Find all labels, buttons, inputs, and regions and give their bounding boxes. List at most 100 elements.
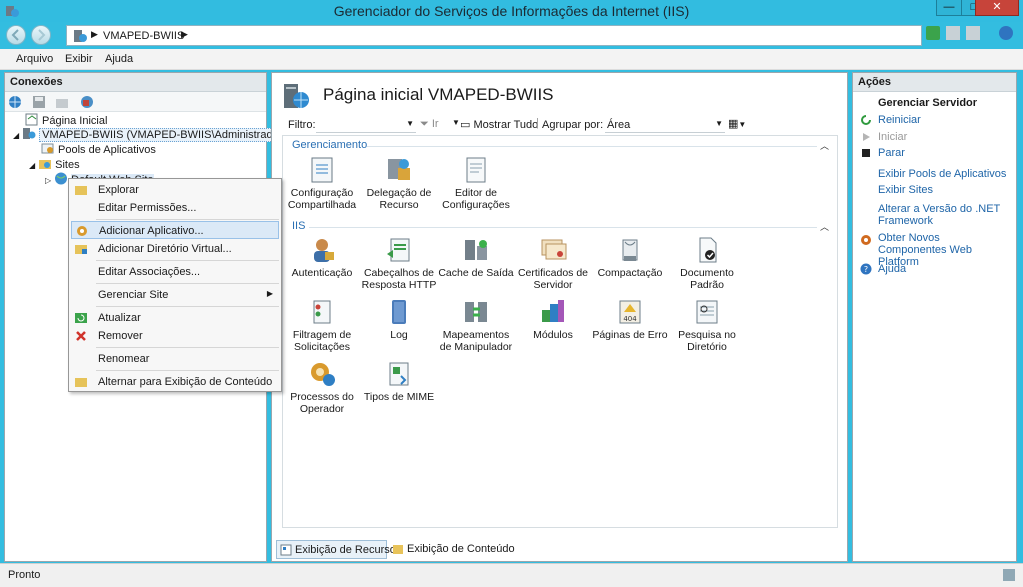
feature-modules[interactable]: Módulos (514, 298, 592, 341)
feature-http-headers[interactable]: Cabeçalhos de Resposta HTTP (360, 236, 438, 291)
feature-worker-processes[interactable]: Processos do Operador (283, 360, 361, 415)
go-button[interactable]: ⏷ Ir (420, 118, 439, 131)
web-platform-icon (861, 235, 871, 245)
group-by-select[interactable]: Área ▼ (605, 116, 725, 133)
chevron-down-icon: ▼ (715, 119, 723, 128)
feature-label: Mapeamentos de Manipulador (439, 329, 513, 353)
feature-directory-browsing[interactable]: Pesquisa no Diretório (668, 298, 746, 353)
stop-icon[interactable] (946, 26, 961, 40)
action-stop[interactable]: Parar (878, 147, 905, 159)
explore-folder-icon (75, 186, 87, 195)
shared-config-icon (311, 157, 333, 183)
menu-manage-site[interactable]: Gerenciar Site ▶ (71, 286, 279, 304)
action-view-app-pools[interactable]: Exibir Pools de Aplicativos (878, 168, 1006, 180)
feature-request-filtering[interactable]: Filtragem de Solicitações (283, 298, 361, 353)
menu-add-application[interactable]: Adicionar Aplicativo... (71, 221, 279, 239)
refresh-icon[interactable] (926, 26, 940, 40)
feature-error-pages[interactable]: 404 Páginas de Erro (591, 298, 669, 341)
filter-label: Filtro: (288, 119, 316, 131)
tree-sites-label: Sites (55, 159, 80, 171)
action-view-sites[interactable]: Exibir Sites (878, 184, 933, 196)
feature-shared-config[interactable]: Configuração Compartilhada (283, 156, 361, 211)
feature-handler-mappings[interactable]: Mapeamentos de Manipulador (437, 298, 515, 353)
tree-start-page[interactable]: Página Inicial (25, 113, 107, 127)
menu-ajuda[interactable]: Ajuda (105, 53, 133, 65)
help-icon[interactable] (999, 26, 1014, 40)
tree-app-pools[interactable]: Pools de Aplicativos (41, 142, 156, 156)
close-button[interactable]: ✕ (975, 0, 1019, 16)
address-bar[interactable]: ▶ VMAPED-BWIIS ▶ (66, 25, 922, 46)
feature-authentication[interactable]: Autenticação (283, 236, 361, 279)
menu-remove-label: Remover (98, 330, 143, 342)
menu-switch-content-view[interactable]: Alternar para Exibição de Conteúdo (71, 373, 279, 391)
connect-globe-icon[interactable] (8, 95, 22, 109)
show-all-button[interactable]: ▭ Mostrar Tudo (460, 118, 538, 131)
view-mode-button[interactable]: ▦▼ (728, 117, 746, 130)
sites-folder-icon (39, 160, 52, 169)
grid-view-icon: ▦ (728, 118, 739, 130)
section-management-title: Gerenciamento (292, 139, 368, 151)
main-panel: Página inicial VMAPED-BWIIS Filtro: ▼ ⏷ … (271, 72, 848, 562)
menu-exibir[interactable]: Exibir (65, 53, 93, 65)
network-status-icon (1003, 569, 1015, 581)
feature-mime-types[interactable]: Tipos de MIME (360, 360, 438, 403)
tree-server[interactable]: ◢ VMAPED-BWIIS (VMAPED-BWIIS\Administrado… (13, 127, 290, 142)
tree-sites[interactable]: ◢ Sites (29, 157, 80, 171)
menu-separator (96, 219, 279, 220)
tab-features-label: Exibição de Recursos (295, 544, 402, 556)
refresh-icon (75, 313, 87, 323)
collapse-arrow-icon[interactable]: ▷ (45, 176, 51, 185)
action-change-net-version[interactable]: Alterar a Versão do .NET Framework (878, 203, 1003, 227)
feature-label: Pesquisa no Diretório (678, 329, 736, 353)
menu-explore[interactable]: Explorar (71, 181, 279, 199)
filter-input[interactable]: ▼ (316, 116, 416, 133)
menu-rename[interactable]: Renomear (71, 350, 279, 368)
tab-content-view[interactable]: Exibição de Conteúdo (389, 540, 519, 559)
action-restart[interactable]: Reiniciar (878, 114, 921, 126)
up-icon[interactable] (55, 95, 69, 109)
chevron-down-icon[interactable]: ▼ (452, 118, 460, 127)
feature-output-cache[interactable]: Cache de Saída (437, 236, 515, 279)
forward-button[interactable] (31, 25, 51, 45)
menu-edit-permissions[interactable]: Editar Permissões... (71, 199, 279, 217)
expand-arrow-icon[interactable]: ◢ (29, 161, 35, 170)
feature-default-document[interactable]: Documento Padrão (668, 236, 746, 291)
handler-mappings-icon (465, 302, 487, 322)
minimize-button[interactable]: — (936, 0, 962, 16)
action-start[interactable]: Iniciar (878, 131, 907, 143)
menu-explore-label: Explorar (98, 184, 139, 196)
menu-arquivo[interactable]: Arquivo (16, 53, 53, 65)
action-help[interactable]: Ajuda (878, 263, 906, 275)
default-document-icon (699, 237, 717, 263)
menu-separator (96, 370, 279, 371)
feature-label: Processos do Operador (290, 391, 354, 415)
feature-config-editor[interactable]: Editor de Configurações (437, 156, 515, 211)
connect-server-icon[interactable] (80, 95, 94, 109)
collapse-management-icon[interactable]: ︿ (820, 139, 829, 152)
feature-label: Certificados de Servidor (517, 267, 589, 291)
back-button[interactable] (6, 25, 26, 45)
breadcrumb-arrow-icon[interactable]: ▶ (181, 29, 188, 40)
feature-server-certificates[interactable]: Certificados de Servidor (514, 236, 592, 291)
start-icon (863, 133, 870, 141)
feature-delegation[interactable]: Delegação de Recurso (360, 156, 438, 211)
manage-server-heading: Gerenciar Servidor (878, 97, 978, 109)
feature-label: Editor de Configurações (442, 187, 510, 211)
add-application-icon (77, 226, 87, 236)
feature-compression[interactable]: Compactação (591, 236, 669, 279)
menu-refresh[interactable]: Atualizar (71, 309, 279, 327)
menu-remove[interactable]: Remover (71, 327, 279, 345)
submenu-arrow-icon: ▶ (266, 289, 273, 298)
menu-add-virtual-directory[interactable]: Adicionar Diretório Virtual... (71, 240, 279, 258)
directory-browsing-icon (696, 300, 718, 324)
logging-icon (392, 300, 406, 324)
expand-arrow-icon[interactable]: ◢ (13, 131, 19, 140)
breadcrumb-server[interactable]: VMAPED-BWIIS (103, 30, 184, 42)
collapse-iis-icon[interactable]: ︿ (820, 220, 829, 233)
window-title: Gerenciador do Serviços de Informações d… (333, 3, 690, 19)
menu-edit-bindings[interactable]: Editar Associações... (71, 263, 279, 281)
feature-logging[interactable]: Log (360, 298, 438, 341)
home-icon[interactable] (966, 26, 981, 40)
save-icon[interactable] (32, 95, 46, 109)
tab-features-view[interactable]: Exibição de Recursos (276, 540, 401, 559)
